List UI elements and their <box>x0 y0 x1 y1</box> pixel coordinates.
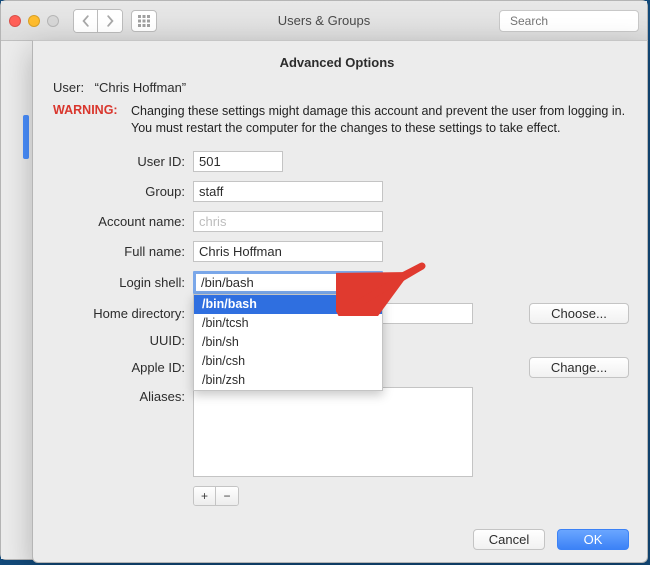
row-full-name: Full name: <box>53 241 629 262</box>
search-field-wrap[interactable] <box>499 10 639 32</box>
login-shell-dropdown-button[interactable]: ▾ <box>363 273 381 292</box>
account-name-input <box>193 211 383 232</box>
warning-label: WARNING: <box>53 103 123 137</box>
row-plus-minus: + − <box>53 486 629 506</box>
sheet-footer: Cancel OK <box>473 529 629 550</box>
label-home-directory: Home directory: <box>53 306 193 321</box>
search-input[interactable] <box>510 14 650 28</box>
user-label: User: <box>53 80 91 95</box>
sidebar-selection-indicator <box>23 115 29 159</box>
label-aliases: Aliases: <box>53 387 193 404</box>
titlebar: Users & Groups <box>1 1 647 41</box>
window-controls <box>9 15 59 27</box>
login-shell-option[interactable]: /bin/bash <box>194 295 382 314</box>
login-shell-option[interactable]: /bin/zsh <box>194 371 382 390</box>
row-account-name: Account name: <box>53 211 629 232</box>
row-login-shell: Login shell: ▾ /bin/bash /bin/tcsh /bin/… <box>53 271 629 294</box>
nav-forward-button[interactable] <box>98 10 122 32</box>
minimize-window-button[interactable] <box>28 15 40 27</box>
aliases-list[interactable] <box>193 387 473 477</box>
show-all-button[interactable] <box>131 10 157 32</box>
nav-back-button[interactable] <box>74 10 98 32</box>
close-window-button[interactable] <box>9 15 21 27</box>
label-group: Group: <box>53 184 193 199</box>
login-shell-option[interactable]: /bin/csh <box>194 352 382 371</box>
user-name: “Chris Hoffman” <box>95 80 187 95</box>
login-shell-option[interactable]: /bin/sh <box>194 333 382 352</box>
label-user-id: User ID: <box>53 154 193 169</box>
nav-back-forward <box>73 9 123 33</box>
label-uuid: UUID: <box>53 333 193 348</box>
ok-button[interactable]: OK <box>557 529 629 550</box>
login-shell-option[interactable]: /bin/tcsh <box>194 314 382 333</box>
sheet-title: Advanced Options <box>45 55 629 70</box>
login-shell-dropdown: /bin/bash /bin/tcsh /bin/sh /bin/csh /bi… <box>193 294 383 391</box>
advanced-options-sheet: Advanced Options User: “Chris Hoffman” W… <box>32 40 648 563</box>
row-user-id: User ID: <box>53 151 629 172</box>
user-id-input[interactable] <box>193 151 283 172</box>
label-apple-id: Apple ID: <box>53 360 193 375</box>
choose-home-directory-button[interactable]: Choose... <box>529 303 629 324</box>
user-line: User: “Chris Hoffman” <box>53 80 629 95</box>
change-apple-id-button[interactable]: Change... <box>529 357 629 378</box>
login-shell-combo[interactable] <box>193 271 383 294</box>
warning-text: Changing these settings might damage thi… <box>131 103 629 137</box>
remove-alias-button[interactable]: − <box>216 487 238 505</box>
label-account-name: Account name: <box>53 214 193 229</box>
label-login-shell: Login shell: <box>53 275 193 290</box>
cancel-button[interactable]: Cancel <box>473 529 545 550</box>
full-name-input[interactable] <box>193 241 383 262</box>
label-full-name: Full name: <box>53 244 193 259</box>
maximize-window-button <box>47 15 59 27</box>
row-aliases: Aliases: <box>53 387 629 477</box>
chevron-down-icon: ▾ <box>370 277 375 288</box>
aliases-add-remove: + − <box>193 486 239 506</box>
warning-block: WARNING: Changing these settings might d… <box>53 103 629 137</box>
form: User ID: Group: Account name: Full name:… <box>53 151 629 506</box>
add-alias-button[interactable]: + <box>194 487 216 505</box>
row-group: Group: <box>53 181 629 202</box>
login-shell-combo-wrap: ▾ /bin/bash /bin/tcsh /bin/sh /bin/csh /… <box>193 271 383 294</box>
group-input[interactable] <box>193 181 383 202</box>
